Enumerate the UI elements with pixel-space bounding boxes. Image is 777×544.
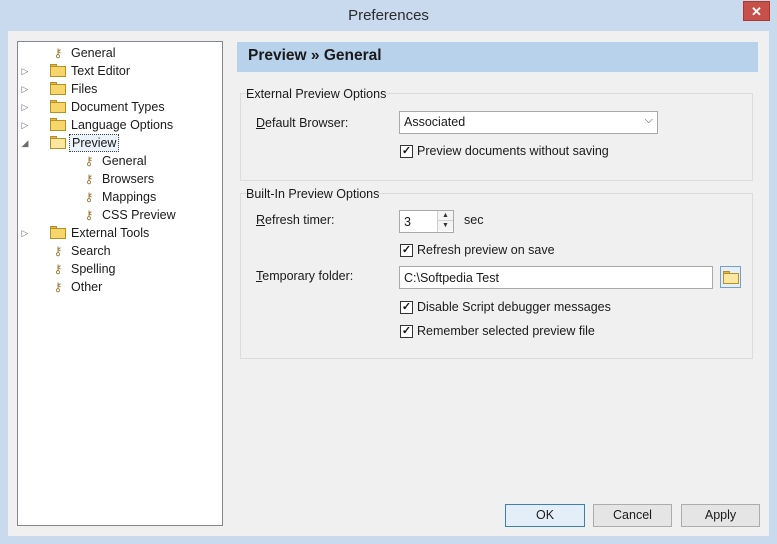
tree-item-document-types[interactable]: ▷ Document Types [18, 98, 218, 116]
tree-item-label: CSS Preview [102, 208, 176, 222]
tree-item-browsers[interactable]: ⚷ Browsers [18, 170, 218, 188]
tree-item-label: Mappings [102, 190, 157, 204]
wrench-icon: ⚷ [53, 244, 63, 258]
preferences-tree[interactable]: ⚷ General ▷ Text Editor ▷ Files ▷ Document Type… [17, 41, 223, 526]
folder-open-icon [723, 271, 739, 284]
temporary-folder-label: Temporary folder: [256, 269, 354, 283]
window-title: Preferences [348, 7, 429, 24]
checkbox-check-icon: ✓ [400, 244, 413, 257]
tree-item-label: Text Editor [71, 64, 131, 78]
close-icon: ✕ [751, 4, 762, 19]
tree-item-spelling[interactable]: ⚷ Spelling [18, 260, 218, 278]
expander-arrow-icon[interactable]: ▷ [20, 224, 30, 242]
tree-item-label: Other [71, 280, 103, 294]
checkbox-check-icon: ✓ [400, 325, 413, 338]
tree-item-general[interactable]: ⚷ General [18, 44, 218, 62]
refresh-timer-spinner[interactable]: 3 ▲ ▼ [399, 210, 454, 233]
expander-arrow-icon[interactable]: ◢ [20, 134, 30, 152]
external-preview-group-title: External Preview Options [246, 87, 387, 101]
checkbox-check-icon: ✓ [400, 145, 413, 158]
builtin-preview-group-title: Built-In Preview Options [246, 187, 380, 201]
wrench-icon: ⚷ [84, 190, 94, 204]
wrench-icon: ⚷ [84, 208, 94, 222]
folder-icon [50, 64, 66, 78]
checkbox-check-icon: ✓ [400, 301, 413, 314]
expander-arrow-icon[interactable]: ▷ [20, 98, 30, 116]
expander-arrow-icon[interactable]: ▷ [20, 80, 30, 98]
tree-item-other[interactable]: ⚷ Other [18, 278, 218, 296]
disable-script-debugger-label: Disable Script debugger messages [417, 300, 611, 314]
folder-icon [50, 100, 66, 114]
tree-item-label: External Tools [71, 226, 150, 240]
folder-icon [50, 226, 66, 240]
browse-folder-button[interactable] [720, 266, 741, 288]
tree-item-label: Document Types [71, 100, 165, 114]
tree-item-language-options[interactable]: ▷ Language Options [18, 116, 218, 134]
title-bar[interactable]: Preferences ✕ [0, 0, 777, 32]
section-title: Preview » General [248, 47, 382, 64]
tree-item-label: General [102, 154, 147, 168]
tree-item-label: Language Options [71, 118, 174, 132]
tree-item-label: General [71, 46, 116, 60]
preview-without-saving-label: Preview documents without saving [417, 144, 609, 158]
close-button[interactable]: ✕ [743, 1, 770, 21]
tree-item-preview[interactable]: ◢ Preview [18, 134, 218, 152]
temporary-folder-input[interactable]: C:\Softpedia Test [399, 266, 713, 289]
refresh-timer-label: Refresh timer: [256, 213, 335, 227]
section-header: Preview » General [237, 42, 758, 72]
default-browser-label: Default Browser: [256, 116, 349, 130]
folder-icon [50, 82, 66, 96]
tree-item-label: Search [71, 244, 111, 258]
wrench-icon: ⚷ [84, 172, 94, 186]
wrench-icon: ⚷ [53, 262, 63, 276]
preferences-window: Preferences ✕ ⚷ General ▷ Text Editor ▷ Files… [0, 0, 777, 544]
ok-button[interactable]: OK [505, 504, 585, 527]
refresh-timer-unit: sec [464, 213, 484, 227]
tree-item-external-tools[interactable]: ▷ External Tools [18, 224, 218, 242]
tree-item-label: Browsers [102, 172, 155, 186]
wrench-icon: ⚷ [84, 154, 94, 168]
chevron-down-icon: ⌵ [644, 114, 653, 126]
cancel-button[interactable]: Cancel [593, 504, 672, 527]
refresh-timer-value: 3 [404, 215, 411, 229]
temporary-folder-value: C:\Softpedia Test [404, 271, 499, 285]
tree-item-label: Files [71, 82, 98, 96]
folder-icon [50, 118, 66, 132]
expander-arrow-icon[interactable]: ▷ [20, 62, 30, 80]
dialog-client: ⚷ General ▷ Text Editor ▷ Files ▷ Document Type… [8, 31, 769, 536]
spinner-up-icon[interactable]: ▲ [438, 211, 453, 221]
tree-item-mappings[interactable]: ⚷ Mappings [18, 188, 218, 206]
default-browser-select[interactable]: Associated ⌵ [399, 111, 658, 134]
tree-item-label: Spelling [71, 262, 116, 276]
apply-button[interactable]: Apply [681, 504, 760, 527]
folder-open-icon [50, 136, 66, 150]
tree-item-text-editor[interactable]: ▷ Text Editor [18, 62, 218, 80]
refresh-on-save-label: Refresh preview on save [417, 243, 555, 257]
tree-item-files[interactable]: ▷ Files [18, 80, 218, 98]
remember-preview-file-label: Remember selected preview file [417, 324, 595, 338]
default-browser-value: Associated [404, 115, 466, 129]
tree-item-search[interactable]: ⚷ Search [18, 242, 218, 260]
external-preview-group [240, 93, 753, 181]
spinner-down-icon[interactable]: ▼ [438, 221, 453, 231]
tree-item-css-preview[interactable]: ⚷ CSS Preview [18, 206, 218, 224]
tree-item-general[interactable]: ⚷ General [18, 152, 218, 170]
expander-arrow-icon[interactable]: ▷ [20, 116, 30, 134]
wrench-icon: ⚷ [53, 280, 63, 294]
tree-item-label: Preview [69, 134, 120, 152]
wrench-icon: ⚷ [53, 46, 63, 60]
